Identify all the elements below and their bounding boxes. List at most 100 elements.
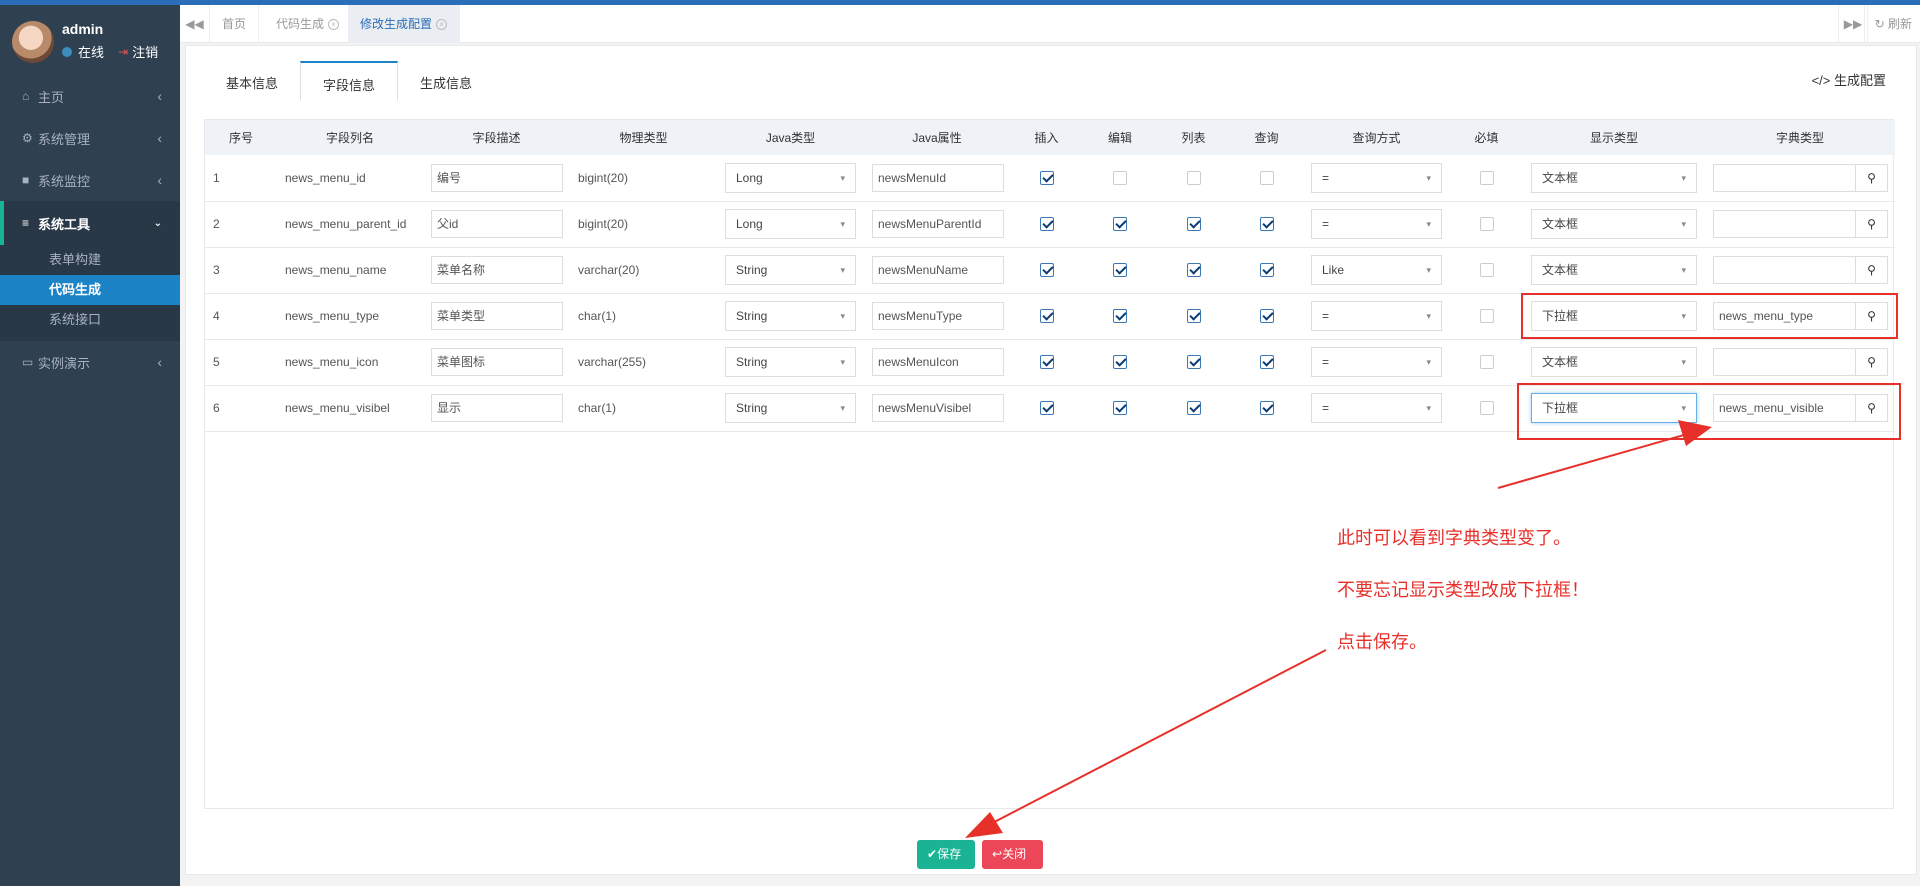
logout-icon[interactable]: ⇥	[118, 45, 128, 59]
sidebar-item-api[interactable]: 系统接口	[0, 305, 180, 335]
search-icon[interactable]: ⚲	[1856, 163, 1888, 192]
list-checkbox[interactable]	[1186, 171, 1201, 186]
edit-checkbox[interactable]	[1113, 401, 1127, 416]
physical-type: char(1)	[578, 401, 617, 415]
save-button[interactable]: ✔保存	[917, 840, 975, 869]
sidebar-item-form-builder[interactable]: 表单构建	[0, 245, 180, 275]
display-type-select[interactable]: 文本框 ▾	[1531, 162, 1697, 193]
java-attr-input[interactable]: newsMenuParentId	[872, 210, 1004, 238]
java-attr-input[interactable]: newsMenuVisibel	[872, 394, 1004, 422]
sidebar-item-code-gen[interactable]: 代码生成	[0, 275, 180, 305]
tab-home[interactable]: 首页	[210, 5, 260, 43]
user-status: 在线 ⇥ 注销	[62, 42, 158, 61]
query-checkbox[interactable]	[1259, 355, 1274, 370]
list-checkbox[interactable]	[1186, 355, 1201, 370]
display-type-select[interactable]: 文本框 ▾	[1531, 347, 1697, 377]
list-checkbox[interactable]	[1186, 217, 1201, 232]
query-checkbox[interactable]	[1259, 171, 1274, 186]
dict-type-input[interactable]	[1713, 210, 1856, 238]
tab-basic-info[interactable]: 基本信息	[204, 61, 300, 101]
field-desc-input[interactable]: 菜单名称	[431, 256, 563, 284]
java-type-select[interactable]: Long ▾	[725, 162, 856, 193]
insert-checkbox[interactable]	[1039, 217, 1054, 232]
gear-icon: ⚙	[22, 131, 33, 145]
required-checkbox[interactable]	[1479, 171, 1494, 186]
insert-checkbox[interactable]	[1039, 263, 1054, 278]
tab-code-gen[interactable]: 代码生成 ×	[264, 5, 353, 43]
query-checkbox[interactable]	[1259, 401, 1274, 416]
query-checkbox[interactable]	[1259, 309, 1274, 324]
java-type-select[interactable]: String ▾	[725, 255, 856, 285]
query-checkbox[interactable]	[1259, 263, 1274, 278]
query-mode-select[interactable]: = ▾	[1311, 347, 1442, 377]
required-checkbox[interactable]	[1479, 309, 1494, 324]
edit-checkbox[interactable]	[1113, 355, 1127, 370]
physical-type: bigint(20)	[578, 170, 629, 185]
field-desc-input[interactable]: 菜单类型	[431, 302, 563, 330]
list-checkbox[interactable]	[1186, 263, 1201, 278]
required-checkbox[interactable]	[1479, 263, 1494, 278]
query-mode-select[interactable]: = ▾	[1311, 162, 1442, 193]
edit-checkbox[interactable]	[1113, 171, 1127, 186]
required-checkbox[interactable]	[1479, 401, 1494, 416]
query-checkbox[interactable]	[1259, 217, 1274, 232]
sidebar-item-tools[interactable]: ≡ 系统工具 ⌄	[0, 201, 180, 245]
java-type-select[interactable]: String ▾	[725, 301, 856, 331]
insert-checkbox[interactable]	[1039, 309, 1054, 324]
edit-checkbox[interactable]	[1113, 309, 1127, 324]
list-checkbox[interactable]	[1186, 401, 1201, 416]
search-icon[interactable]: ⚲	[1856, 256, 1888, 284]
java-type-select[interactable]: Long ▾	[725, 209, 856, 239]
insert-checkbox[interactable]	[1039, 355, 1054, 370]
chevron-left-icon: ‹	[157, 354, 162, 370]
tab-edit-gen-config[interactable]: 修改生成配置 ×	[348, 5, 461, 43]
insert-checkbox[interactable]	[1039, 401, 1054, 416]
java-type-select[interactable]: String ▾	[725, 393, 856, 423]
tab-close-icon[interactable]: ×	[328, 19, 340, 31]
gen-config-link[interactable]: </> 生成配置	[1812, 70, 1886, 89]
java-attr-input[interactable]: newsMenuId	[872, 163, 1004, 192]
tab-gen-info[interactable]: 生成信息	[398, 61, 494, 101]
edit-checkbox[interactable]	[1113, 217, 1127, 232]
java-attr-input[interactable]: newsMenuIcon	[872, 348, 1004, 376]
query-mode-select[interactable]: = ▾	[1311, 393, 1442, 423]
avatar[interactable]	[12, 21, 54, 63]
query-mode-select[interactable]: = ▾	[1311, 209, 1442, 239]
select-value: Long	[736, 170, 763, 185]
dict-type-input[interactable]	[1713, 163, 1856, 192]
tabs-scroll-left-icon[interactable]: ◀◀	[180, 5, 210, 43]
refresh-button[interactable]: ↻ 刷新	[1863, 5, 1920, 43]
caret-down-icon: ▾	[1426, 265, 1431, 275]
display-type-select[interactable]: 文本框 ▾	[1531, 209, 1697, 239]
field-desc-input[interactable]: 菜单图标	[431, 348, 563, 376]
edit-checkbox[interactable]	[1113, 263, 1127, 278]
refresh-label: 刷新	[1887, 17, 1912, 31]
display-type-select[interactable]: 文本框 ▾	[1531, 255, 1697, 285]
sidebar-item-monitor[interactable]: ■ 系统监控 ‹	[0, 159, 180, 201]
field-desc-input[interactable]: 父id	[431, 210, 563, 238]
logout-link[interactable]: 注销	[132, 42, 158, 61]
caret-down-icon: ▾	[840, 172, 845, 183]
required-checkbox[interactable]	[1479, 355, 1494, 370]
dict-type-input[interactable]	[1713, 256, 1856, 284]
tab-close-icon[interactable]: ×	[436, 19, 448, 31]
dict-type-input[interactable]	[1713, 348, 1856, 376]
query-mode-select[interactable]: Like ▾	[1311, 255, 1442, 285]
search-icon[interactable]: ⚲	[1856, 348, 1888, 376]
java-type-select[interactable]: String ▾	[725, 347, 856, 377]
tab-field-info[interactable]: 字段信息	[300, 61, 399, 101]
query-mode-select[interactable]: = ▾	[1311, 301, 1442, 331]
java-attr-input[interactable]: newsMenuName	[872, 256, 1004, 284]
sidebar-item-home[interactable]: ⌂ 主页 ‹	[0, 75, 180, 117]
required-checkbox[interactable]	[1479, 217, 1494, 232]
sidebar-item-demo[interactable]: ▭ 实例演示 ‹	[0, 341, 180, 383]
sidebar-item-system[interactable]: ⚙ 系统管理 ‹	[0, 117, 180, 159]
field-desc-input[interactable]: 编号	[431, 163, 563, 192]
java-attr-input[interactable]: newsMenuType	[872, 302, 1004, 330]
select-value: String	[736, 355, 768, 369]
field-desc-input[interactable]: 显示	[431, 394, 563, 422]
insert-checkbox[interactable]	[1039, 171, 1054, 186]
search-icon[interactable]: ⚲	[1856, 210, 1888, 238]
close-button[interactable]: ↩关闭	[982, 840, 1043, 869]
list-checkbox[interactable]	[1186, 309, 1201, 324]
